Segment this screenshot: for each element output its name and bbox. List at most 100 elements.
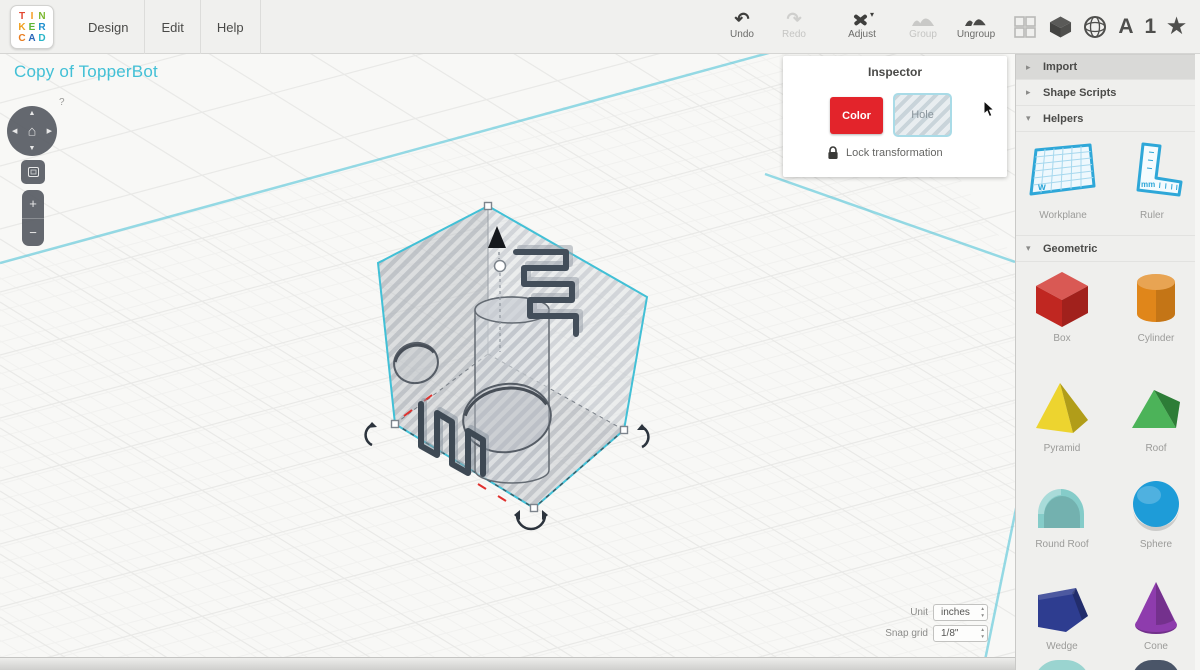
sidebar-scrollbar[interactable] (1195, 54, 1200, 670)
unit-select[interactable]: inches ▴▾ (933, 604, 988, 621)
logo-letter: D (38, 33, 47, 44)
top-bar: T I N K E R C A D Design Edit Help ↶ Und… (0, 0, 1200, 54)
menu-help[interactable]: Help (201, 0, 261, 54)
shape-pyramid[interactable]: Pyramid (1020, 376, 1104, 454)
zoom-control: + − (22, 190, 44, 246)
stepper-icon: ▴▾ (981, 627, 984, 640)
color-swatch[interactable]: Color (830, 97, 883, 134)
logo-letter: I (28, 11, 37, 22)
lock-icon (827, 146, 839, 160)
section-import[interactable]: ▸ Import (1016, 54, 1200, 80)
inspector-panel: Inspector Color Hole Lock transformation (783, 56, 1007, 177)
ungroup-button[interactable]: Ungroup (949, 7, 1003, 49)
helper-ruler[interactable]: mm Ruler (1116, 140, 1188, 221)
zoom-out-button[interactable]: − (22, 219, 44, 247)
grid-icon (1013, 15, 1038, 40)
logo-letter: T (18, 11, 27, 22)
expand-arrow-icon: ▾ (1026, 243, 1035, 254)
shape-wedge[interactable]: Wedge (1020, 576, 1104, 652)
adjust-button[interactable]: ▾ Adjust (836, 7, 888, 49)
logo-letter: E (28, 22, 37, 33)
group-icon (898, 7, 948, 31)
sphere-shape-icon (1124, 474, 1188, 536)
ungroup-icon (949, 7, 1003, 31)
box-shape-icon (1030, 266, 1094, 330)
shape-partial-left[interactable] (1034, 660, 1090, 670)
wedge-shape-icon (1030, 576, 1094, 638)
menu-edit[interactable]: Edit (145, 0, 200, 54)
shape-roof[interactable]: Roof (1114, 376, 1198, 454)
stepper-icon: ▴▾ (981, 606, 984, 619)
snap-grid-select[interactable]: 1/8" ▴▾ (933, 625, 988, 642)
menu-bar: Design Edit Help (72, 0, 261, 54)
adjust-icon: ▾ (836, 7, 888, 31)
pyramid-shape-icon (1030, 376, 1094, 440)
shapes-grid-tab[interactable] (1013, 12, 1038, 42)
viewport-bottom-edge (0, 657, 1015, 670)
mouse-cursor (983, 100, 997, 118)
group-button[interactable]: Group (898, 7, 948, 49)
helper-workplane[interactable]: w Workplane (1024, 138, 1102, 221)
view-rotate-dial[interactable]: ▲ ▼ ◀ ▶ ⌂ (7, 106, 57, 156)
rotate-left-arrow[interactable]: ◀ (12, 127, 17, 135)
logo-letter: A (28, 33, 37, 44)
tinkercad-logo[interactable]: T I N K E R C A D (10, 5, 54, 49)
tinkercad-app: T I N K E R C A D Design Edit Help ↶ Und… (0, 0, 1200, 670)
logo-letter: C (18, 33, 27, 44)
section-helpers[interactable]: ▾ Helpers (1016, 106, 1200, 132)
unit-label: Unit (858, 607, 928, 618)
svg-text:w: w (1037, 182, 1046, 193)
collapse-arrow-icon: ▸ (1026, 62, 1035, 73)
helpers-items: w Workplane mm Ruler (1016, 132, 1200, 236)
design-title: Copy of TopperBot (14, 62, 158, 82)
rotate-down-arrow[interactable]: ▼ (29, 145, 36, 152)
symbols-tab[interactable]: ★ (1167, 12, 1186, 42)
hole-shapes-tab[interactable] (1083, 12, 1107, 42)
collapse-arrow-icon: ▸ (1026, 87, 1035, 98)
wireframe-sphere-icon (1083, 15, 1107, 39)
cube-icon (1049, 15, 1072, 39)
logo-letter: K (18, 22, 27, 33)
zoom-in-button[interactable]: + (22, 190, 44, 219)
undo-icon: ↶ (719, 7, 765, 31)
roof-shape-icon (1124, 376, 1188, 440)
svg-text:mm: mm (1141, 180, 1155, 189)
fit-view-button[interactable] (21, 160, 45, 184)
redo-button[interactable]: ↷ Redo (771, 7, 817, 49)
section-geometric[interactable]: ▾ Geometric (1016, 236, 1200, 262)
shape-cone[interactable]: Cone (1114, 576, 1198, 652)
shape-box[interactable]: Box (1020, 266, 1104, 344)
geometric-items: Box Cylinder (1016, 262, 1200, 644)
letters-tab[interactable]: A (1118, 12, 1133, 42)
numbers-tab[interactable]: 1 (1144, 12, 1156, 42)
cone-shape-icon (1124, 576, 1188, 638)
height-handle[interactable] (495, 261, 506, 272)
shape-cylinder[interactable]: Cylinder (1114, 266, 1198, 344)
snap-grid-row: Snap grid 1/8" ▴▾ (858, 625, 988, 642)
expand-arrow-icon: ▾ (1026, 113, 1035, 124)
shapes-sidebar: ▸ Import ▸ Shape Scripts ▾ Helpers (1015, 54, 1200, 670)
redo-icon: ↷ (771, 7, 817, 31)
undo-button[interactable]: ↶ Undo (719, 7, 765, 49)
cylinder-shape-icon (1124, 266, 1188, 330)
rotate-up-arrow[interactable]: ▲ (29, 110, 36, 117)
nav-help-icon[interactable]: ? (59, 97, 65, 108)
rotate-right-arrow[interactable]: ▶ (47, 127, 52, 135)
shape-sphere[interactable]: Sphere (1114, 474, 1198, 550)
menu-design[interactable]: Design (72, 0, 145, 54)
section-shape-scripts[interactable]: ▸ Shape Scripts (1016, 80, 1200, 106)
hole-swatch[interactable]: Hole (893, 93, 952, 137)
inspector-title: Inspector (783, 65, 1007, 79)
fit-view-icon (28, 167, 39, 177)
lock-transformation-toggle[interactable]: Lock transformation (827, 146, 943, 160)
unit-row: Unit inches ▴▾ (858, 604, 988, 621)
logo-letter: N (38, 11, 47, 22)
shape-round-roof[interactable]: Round Roof (1020, 474, 1104, 550)
solid-shapes-tab[interactable] (1049, 12, 1072, 42)
ruler-icon: mm (1119, 140, 1185, 202)
logo-letter: R (38, 22, 47, 33)
home-view-icon[interactable]: ⌂ (28, 122, 36, 138)
shape-partial-right[interactable] (1132, 660, 1180, 670)
viewport-3d[interactable]: Copy of TopperBot ▲ ▼ ◀ ▶ ⌂ ? + − Inspec… (0, 54, 1015, 670)
workplane-icon: w (1027, 138, 1099, 202)
